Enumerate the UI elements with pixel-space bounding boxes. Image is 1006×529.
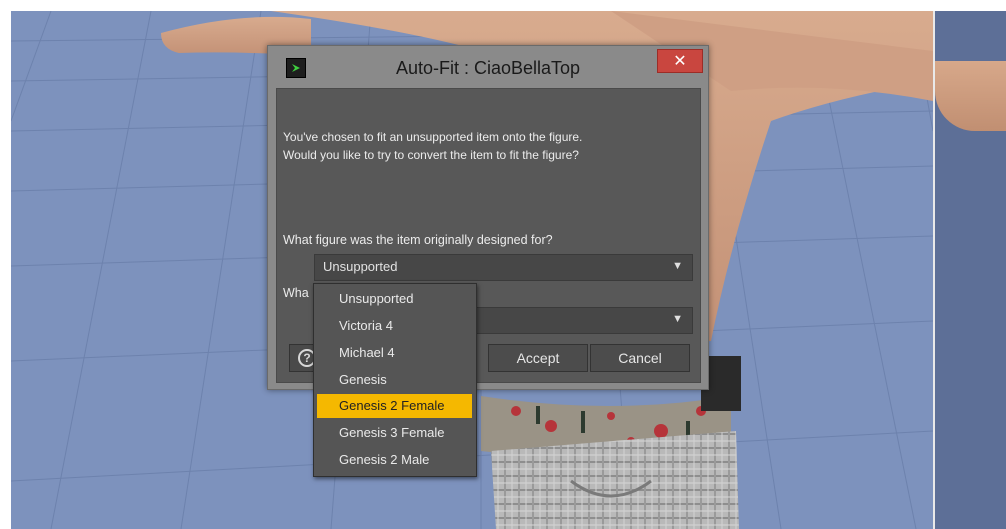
- message-line-1: You've chosen to fit an unsupported item…: [283, 130, 583, 144]
- dialog-titlebar[interactable]: Auto-Fit : CiaoBellaTop ✕: [268, 46, 708, 88]
- close-button[interactable]: ✕: [657, 49, 703, 73]
- original-figure-value: Unsupported: [323, 259, 398, 274]
- side-viewport[interactable]: [935, 11, 1006, 529]
- accept-button[interactable]: Accept: [488, 344, 588, 372]
- dropdown-option-unsupported[interactable]: Unsupported: [317, 287, 472, 311]
- original-figure-select[interactable]: Unsupported ▼: [314, 254, 693, 281]
- dropdown-option-genesis-2-male[interactable]: Genesis 2 Male: [317, 448, 472, 472]
- dropdown-option-genesis-3-female[interactable]: Genesis 3 Female: [317, 421, 472, 445]
- dialog-message: You've chosen to fit an unsupported item…: [283, 128, 693, 164]
- figure-dropdown-list: Unsupported Victoria 4 Michael 4 Genesis…: [313, 283, 477, 477]
- dialog-title: Auto-Fit : CiaoBellaTop: [395, 58, 581, 78]
- dropdown-option-genesis[interactable]: Genesis: [317, 368, 472, 392]
- dropdown-option-michael-4[interactable]: Michael 4: [317, 341, 472, 365]
- dropdown-option-genesis-2-female[interactable]: Genesis 2 Female: [317, 394, 472, 418]
- target-figure-label: Wha: [283, 286, 309, 300]
- chevron-down-icon: ▼: [672, 260, 683, 272]
- cancel-button[interactable]: Cancel: [590, 344, 690, 372]
- original-figure-label: What figure was the item originally desi…: [283, 233, 553, 247]
- chevron-down-icon: ▼: [672, 313, 683, 325]
- dropdown-option-victoria-4[interactable]: Victoria 4: [317, 314, 472, 338]
- close-icon: ✕: [673, 53, 687, 70]
- figure-arm: [935, 61, 1006, 131]
- message-line-2: Would you like to try to convert the ite…: [283, 148, 579, 162]
